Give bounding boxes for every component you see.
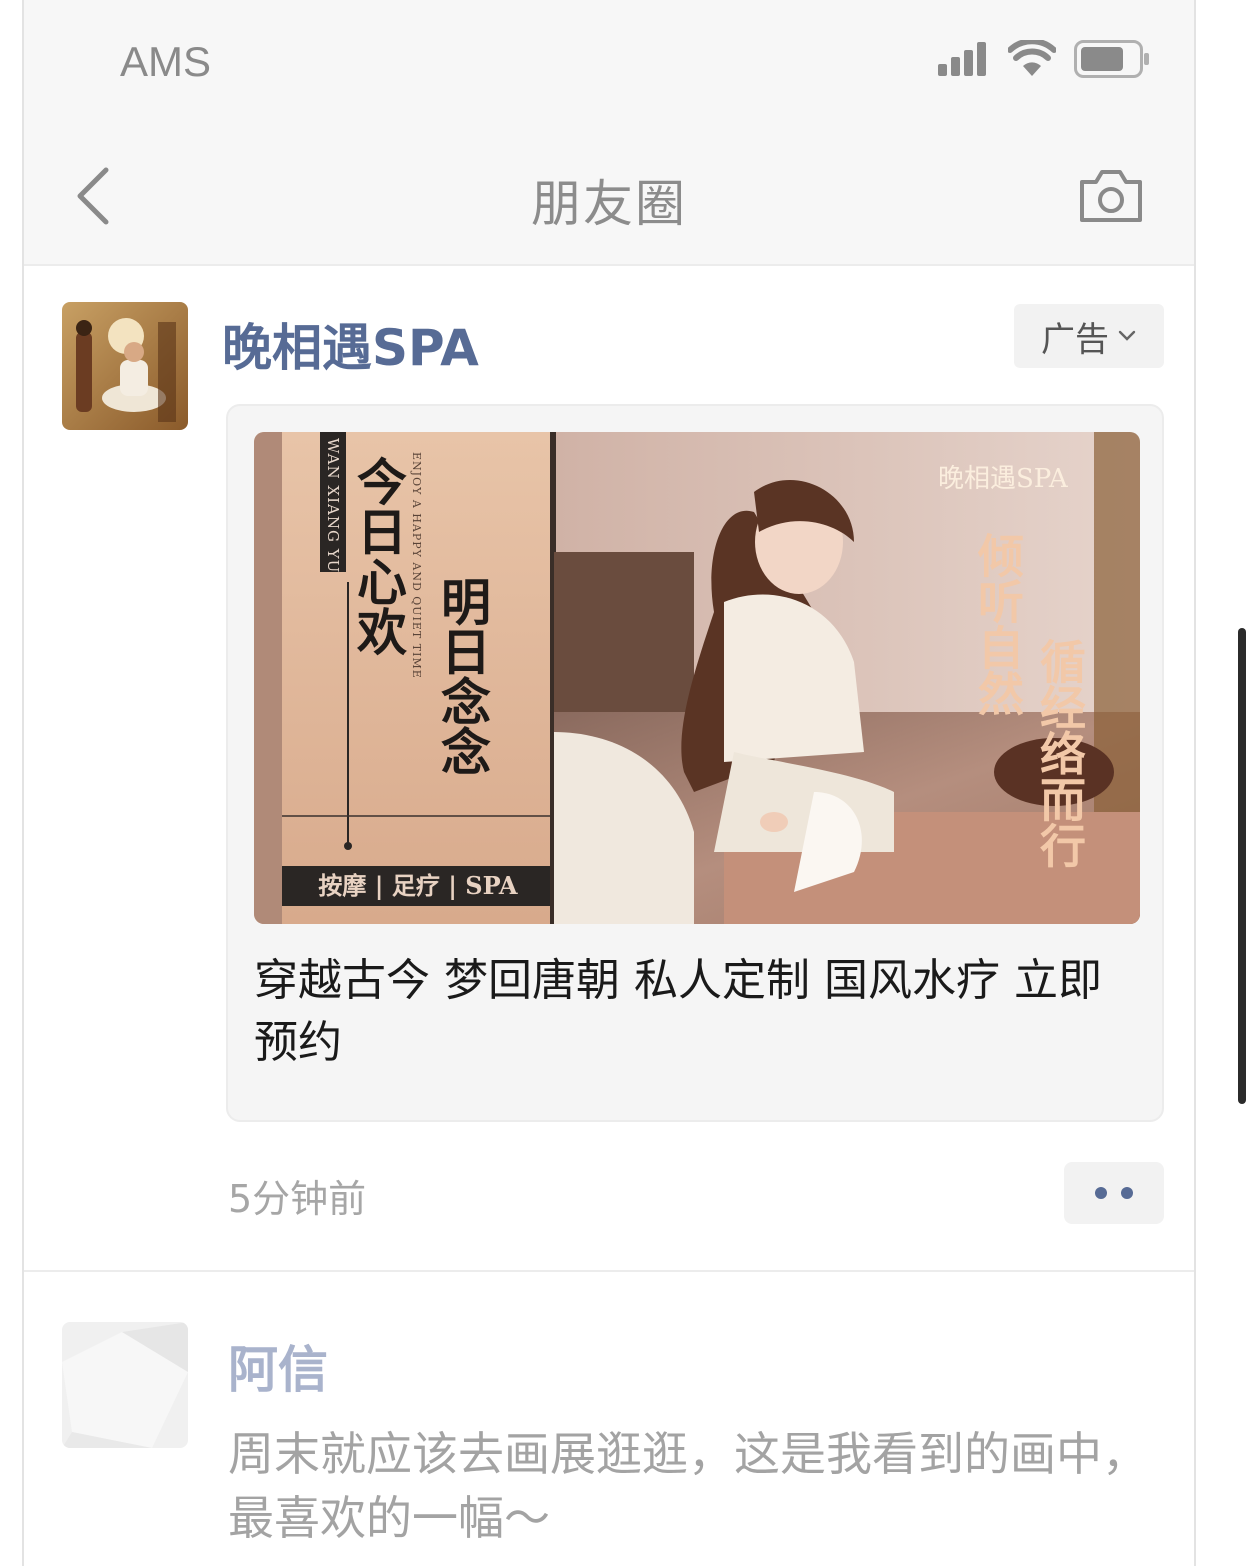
- ad-latin-vertical: WAN XIANG YU: [324, 438, 342, 574]
- phone-screen: AMS 朋友圈 晚相遇SPA 广告 WAN XIANG YU ENJOY A H…: [22, 0, 1196, 1566]
- divider: [24, 1270, 1194, 1272]
- dot-icon: [1095, 1187, 1107, 1199]
- camera-button[interactable]: [1078, 168, 1144, 224]
- ad-slogan-2: 循经络而行: [1033, 638, 1087, 868]
- avatar[interactable]: [62, 302, 188, 430]
- ad-description: 穿越古今 梦回唐朝 私人定制 国风水疗 立即预约: [254, 955, 1102, 1068]
- wifi-icon: [1008, 40, 1056, 76]
- ad-label: 广告: [1041, 319, 1109, 360]
- status-bar: AMS: [24, 0, 1194, 120]
- scrollbar[interactable]: [1238, 628, 1246, 1104]
- camera-icon: [1080, 170, 1142, 222]
- post-time: 5分钟前: [228, 1177, 367, 1221]
- ad-image[interactable]: WAN XIANG YU ENJOY A HAPPY AND QUIET TIM…: [254, 432, 1140, 924]
- status-icons: [938, 40, 1150, 78]
- signal-icon: [938, 42, 986, 76]
- ad-slogan-1: 倾听自然: [971, 532, 1025, 716]
- author-name[interactable]: 晚相遇SPA: [222, 308, 479, 380]
- ad-services: 按摩 | 足疗 | SPA: [318, 871, 518, 900]
- avatar[interactable]: [62, 1322, 188, 1448]
- ad-brand: 晚相遇SPA: [938, 464, 1068, 494]
- carrier-label: AMS: [120, 38, 212, 85]
- author-name[interactable]: 阿信: [228, 1330, 328, 1402]
- ad-label-button[interactable]: 广告: [1014, 304, 1164, 368]
- ad-headline-1: 今日心欢: [349, 456, 408, 656]
- more-options-button[interactable]: [1064, 1162, 1164, 1224]
- ad-card[interactable]: WAN XIANG YU ENJOY A HAPPY AND QUIET TIM…: [226, 404, 1164, 1122]
- ad-headline-2: 明日念念: [433, 576, 492, 776]
- avatar-image: [62, 302, 188, 430]
- chevron-down-icon: [1118, 330, 1136, 341]
- dot-icon: [1121, 1187, 1133, 1199]
- nav-bar: 朋友圈: [24, 120, 1194, 266]
- post-text: 周末就应该去画展逛逛，这是我看到的画中，最喜欢的一幅～: [228, 1427, 1148, 1545]
- battery-icon: [1074, 40, 1149, 78]
- avatar-image: [62, 1322, 188, 1448]
- ad-english-vertical: ENJOY A HAPPY AND QUIET TIME: [410, 452, 423, 679]
- page-title: 朋友圈: [531, 175, 687, 233]
